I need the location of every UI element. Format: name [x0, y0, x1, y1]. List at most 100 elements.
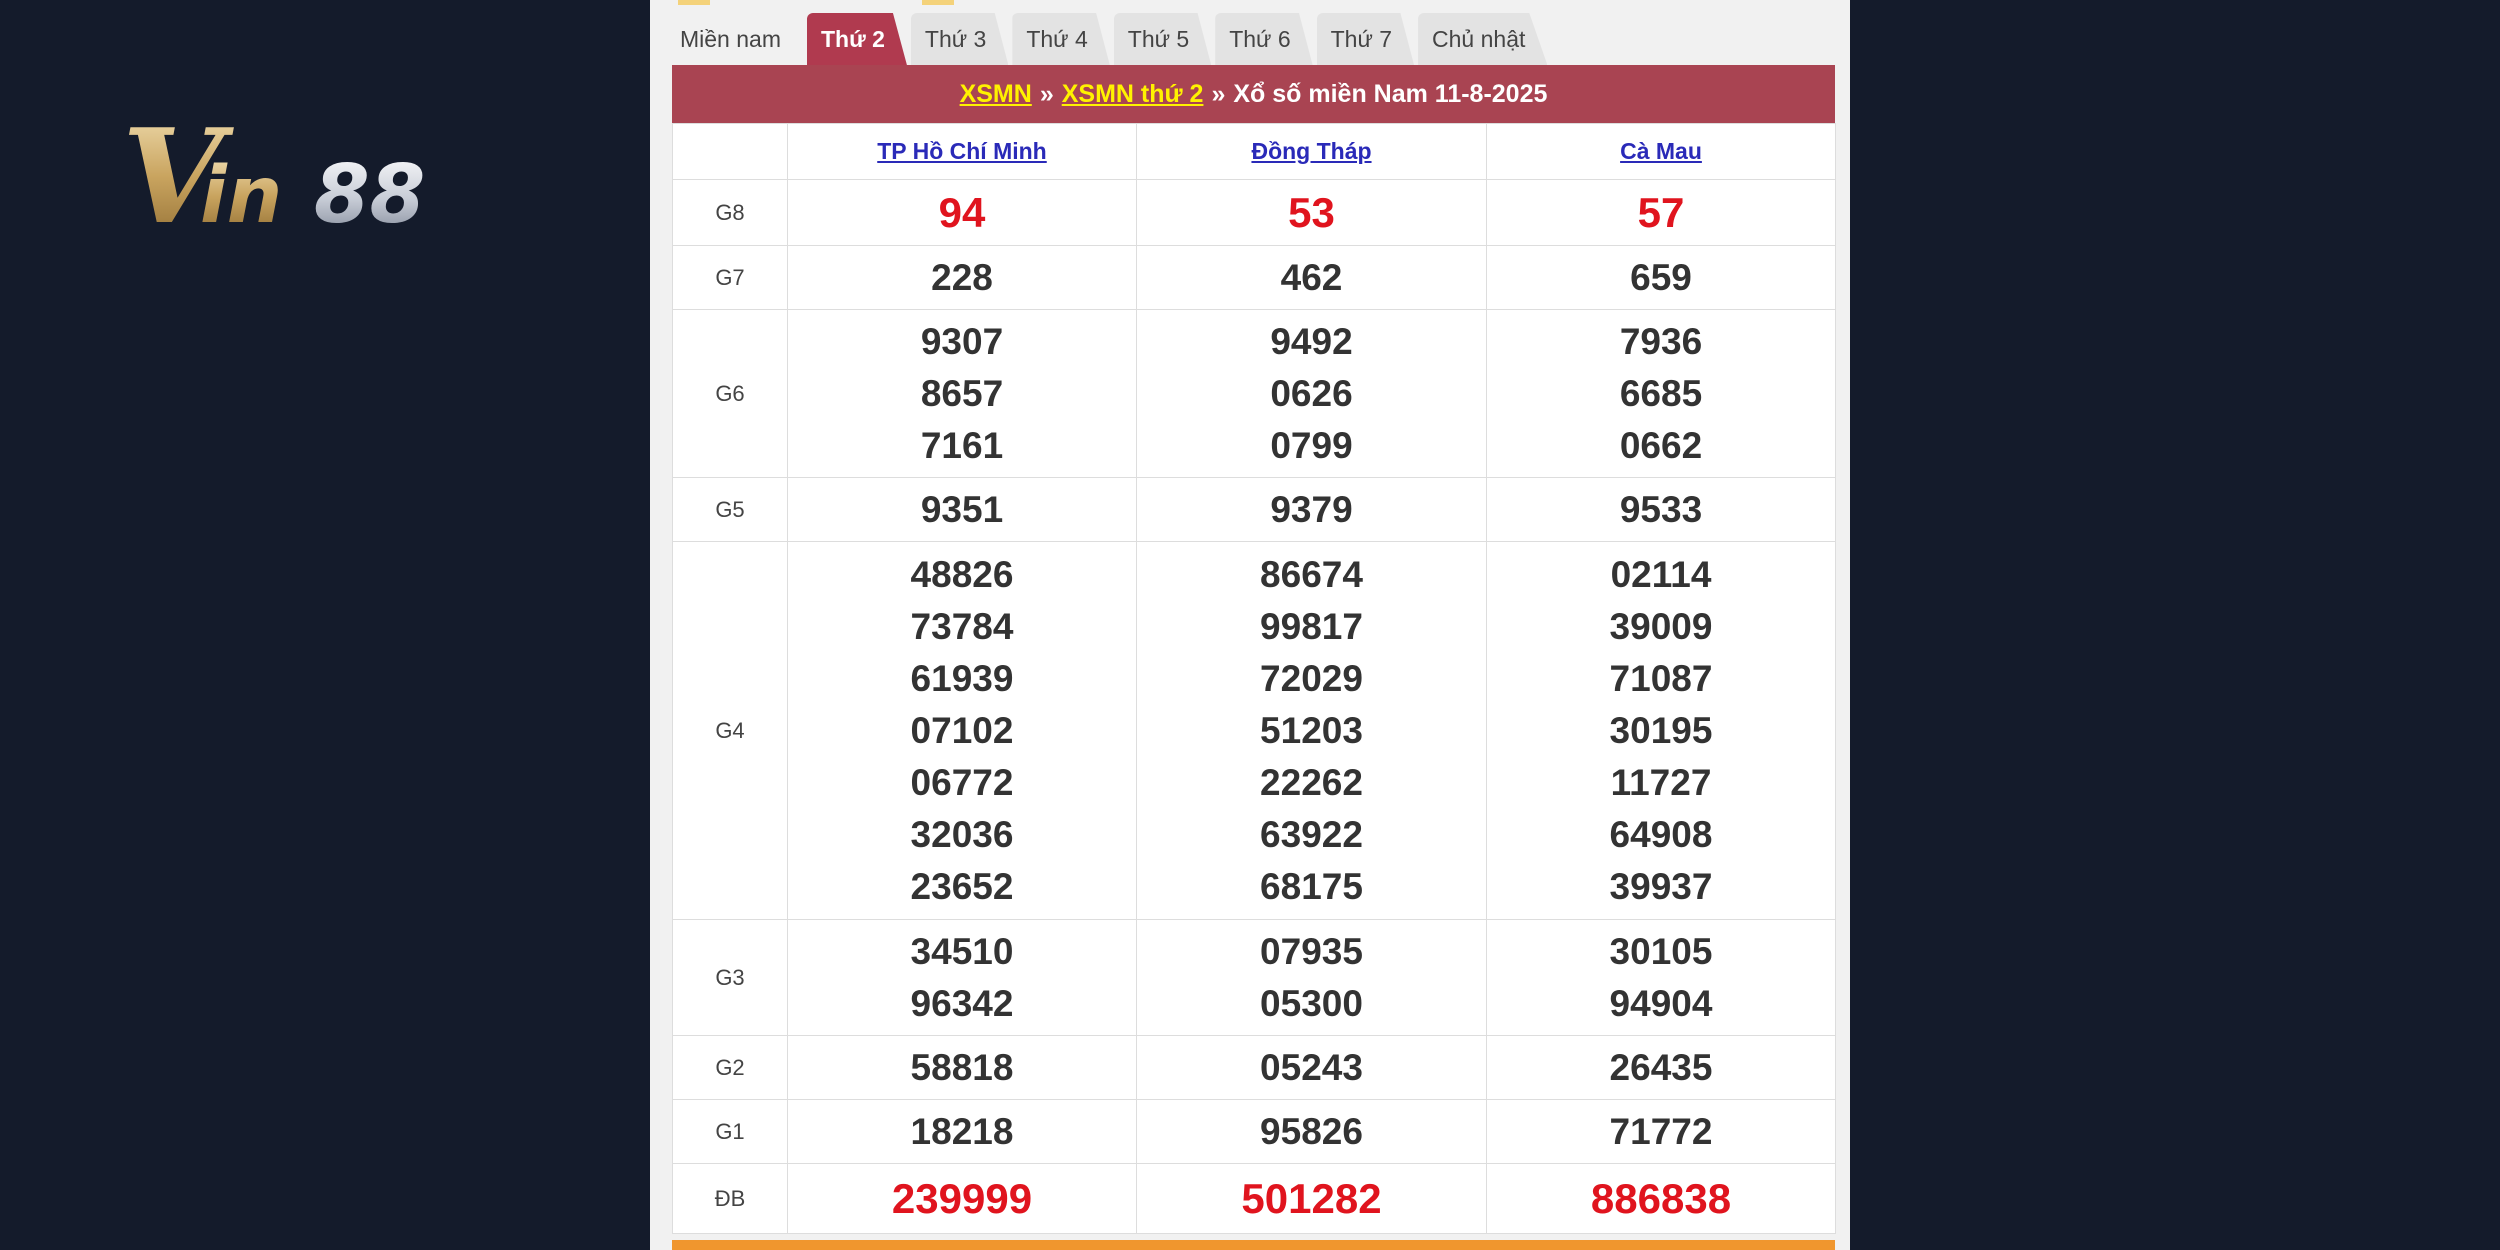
prize-number: 39009 — [1609, 605, 1713, 647]
prize-row-g3: G3 34510 96342 07935 05300 30105 94904 — [672, 919, 1836, 1036]
prize-cell: 228 — [787, 245, 1137, 310]
prize-cell: 34510 96342 — [787, 919, 1137, 1036]
prize-cell: 57 — [1486, 179, 1836, 246]
prize-number: 30195 — [1609, 709, 1713, 751]
prize-number: 73784 — [910, 605, 1014, 647]
prize-number: 7161 — [920, 424, 1004, 466]
prize-row-g7: G7 228 462 659 — [672, 245, 1836, 310]
prize-number: 9351 — [920, 488, 1004, 530]
prize-number: 34510 — [910, 930, 1014, 972]
prize-number: 32036 — [910, 813, 1014, 855]
prize-number: 58818 — [910, 1046, 1014, 1088]
prize-cell: 71772 — [1486, 1099, 1836, 1164]
prize-number: 57 — [1637, 188, 1685, 236]
tab-day-7[interactable]: Chủ nhật — [1418, 13, 1548, 65]
prize-number: 39937 — [1609, 865, 1713, 907]
prize-cell: 26435 — [1486, 1035, 1836, 1100]
prize-number: 07102 — [910, 709, 1014, 751]
logo-in-letters: in — [200, 151, 282, 240]
prize-cell: 9492 0626 0799 — [1136, 309, 1487, 478]
prize-label: G7 — [672, 245, 788, 310]
prize-number: 48826 — [910, 553, 1014, 595]
prize-number: 96342 — [910, 982, 1014, 1024]
results-panel: Miền nam Thứ 2 Thứ 3 Thứ 4 Thứ 5 Thứ 6 Thứ 7 Ch… — [650, 0, 1850, 1250]
lottery-results-table: TP Hồ Chí Minh Đồng Tháp Cà Mau G8 94 53 57… — [672, 123, 1836, 1234]
prize-number: 659 — [1630, 256, 1692, 298]
prize-number: 95826 — [1260, 1110, 1363, 1152]
prize-cell: 48826 73784 61939 07102 06772 32036 23652 — [787, 541, 1137, 920]
xsmn-thu2-link[interactable]: XSMN thứ 2 — [1062, 80, 1204, 109]
province-link-ca-mau[interactable]: Cà Mau — [1620, 138, 1702, 164]
prize-number: 72029 — [1260, 657, 1363, 699]
logo-88-digits: 88 — [314, 148, 425, 240]
prize-label: ĐB — [672, 1163, 788, 1234]
province-link-hcm[interactable]: TP Hồ Chí Minh — [877, 138, 1047, 164]
prize-number: 68175 — [1260, 865, 1363, 907]
xsmn-link[interactable]: XSMN — [960, 80, 1032, 109]
prize-row-g1: G1 18218 95826 71772 — [672, 1099, 1836, 1164]
prize-number: 30105 — [1609, 930, 1713, 972]
province-header-row: TP Hồ Chí Minh Đồng Tháp Cà Mau — [672, 123, 1836, 180]
prize-label: G6 — [672, 309, 788, 478]
prize-number: 86674 — [1260, 553, 1363, 595]
tab-mien-nam[interactable]: Miền nam — [672, 13, 803, 65]
prize-label: G1 — [672, 1099, 788, 1164]
prize-row-g5: G5 9351 9379 9533 — [672, 477, 1836, 542]
prize-label: G5 — [672, 477, 788, 542]
prize-cell: 02114 39009 71087 30195 11727 64908 39937 — [1486, 541, 1836, 920]
tab-day-3[interactable]: Thứ 4 — [1012, 13, 1110, 65]
prize-number: 94 — [938, 188, 986, 236]
prize-row-g2: G2 58818 05243 26435 — [672, 1035, 1836, 1100]
tab-day-5[interactable]: Thứ 6 — [1215, 13, 1313, 65]
prize-number: 7936 — [1619, 320, 1703, 362]
prize-cell: 58818 — [787, 1035, 1137, 1100]
results-title-bar: XSMN » XSMN thứ 2 » Xổ số miền Nam 11-8-… — [672, 65, 1835, 123]
prize-cell: 18218 — [787, 1099, 1137, 1164]
prize-number: 05243 — [1260, 1046, 1363, 1088]
prize-number: 07935 — [1260, 930, 1363, 972]
prize-number: 886838 — [1590, 1174, 1732, 1222]
prize-number: 0626 — [1270, 372, 1353, 414]
province-link-dong-thap[interactable]: Đồng Tháp — [1251, 138, 1371, 164]
results-title-text: Xổ số miền Nam 11-8-2025 — [1233, 79, 1548, 108]
vin88-logo: V in 88 — [122, 110, 482, 240]
prize-number: 22262 — [1260, 761, 1363, 803]
prize-number: 64908 — [1609, 813, 1713, 855]
prize-row-đb: ĐB 239999 501282 886838 — [672, 1163, 1836, 1234]
prize-cell: 462 — [1136, 245, 1487, 310]
prize-number: 61939 — [910, 657, 1014, 699]
prize-number: 51203 — [1260, 709, 1363, 751]
prize-number: 71087 — [1609, 657, 1713, 699]
breadcrumb-separator: » — [1211, 79, 1226, 108]
prize-number: 239999 — [891, 1174, 1033, 1222]
prize-label: G8 — [672, 179, 788, 246]
prize-cell: 95826 — [1136, 1099, 1487, 1164]
prize-number: 0662 — [1619, 424, 1703, 466]
tab-day-1[interactable]: Thứ 2 — [806, 13, 907, 65]
tab-day-4[interactable]: Thứ 5 — [1113, 13, 1212, 65]
prize-number: 94904 — [1609, 982, 1713, 1024]
prize-number: 06772 — [910, 761, 1014, 803]
tab-day-2[interactable]: Thứ 3 — [910, 13, 1009, 65]
prize-cell: 501282 — [1136, 1163, 1487, 1234]
prize-cell: 9307 8657 7161 — [787, 309, 1137, 478]
prize-number: 26435 — [1609, 1046, 1713, 1088]
prize-number: 8657 — [920, 372, 1004, 414]
prize-cell: 9379 — [1136, 477, 1487, 542]
tab-day-6[interactable]: Thứ 7 — [1316, 13, 1415, 65]
prize-cell: 05243 — [1136, 1035, 1487, 1100]
prize-cell: 886838 — [1486, 1163, 1836, 1234]
prize-cell: 9351 — [787, 477, 1137, 542]
prize-number: 23652 — [910, 865, 1014, 907]
prize-cell: 7936 6685 0662 — [1486, 309, 1836, 478]
prize-number: 02114 — [1610, 553, 1712, 595]
prize-row-g4: G4 48826 73784 61939 07102 06772 32036 23652 866… — [672, 541, 1836, 920]
prize-number: 63922 — [1260, 813, 1363, 855]
prize-number: 9307 — [920, 320, 1004, 362]
prize-number: 0799 — [1270, 424, 1353, 466]
prize-cell: 94 — [787, 179, 1137, 246]
province-header-cell: TP Hồ Chí Minh — [787, 123, 1137, 180]
prize-number: 228 — [931, 256, 993, 298]
bottom-accent-bar — [672, 1240, 1835, 1250]
province-header-cell: Đồng Tháp — [1136, 123, 1487, 180]
